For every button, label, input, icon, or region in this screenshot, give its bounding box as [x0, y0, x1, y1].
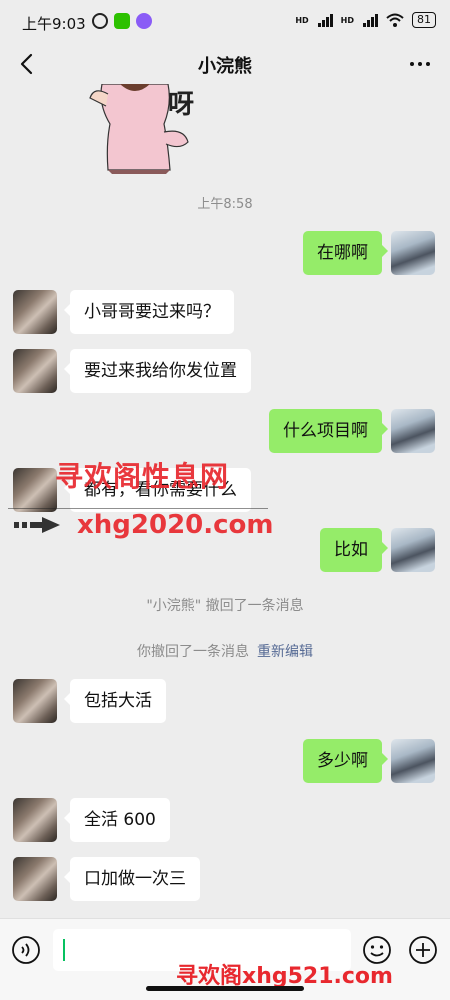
re-edit-link[interactable]: 重新编辑: [257, 644, 313, 660]
sent-message[interactable]: 比如: [320, 528, 388, 572]
contact-avatar[interactable]: [13, 468, 57, 512]
sent-message[interactable]: 在哪啊: [303, 231, 388, 275]
received-message[interactable]: 全活 600: [64, 798, 170, 842]
wechat-icon: [114, 13, 130, 29]
my-avatar[interactable]: [391, 739, 435, 783]
battery-indicator: 81: [412, 12, 436, 28]
alarm-icon: [92, 13, 108, 29]
sent-message[interactable]: 多少啊: [303, 739, 388, 783]
received-message[interactable]: 小哥哥要过来吗？: [64, 290, 234, 334]
arrow-right-icon: [14, 517, 60, 533]
home-indicator[interactable]: [146, 986, 304, 991]
watermark-site-url: xhg2020.com: [77, 510, 274, 540]
message-timestamp: 上午8:58: [197, 197, 253, 212]
my-avatar[interactable]: [391, 231, 435, 275]
my-avatar[interactable]: [391, 528, 435, 572]
status-notification-icons: [92, 13, 152, 29]
status-bar: 上午9:03 HD HD 81: [0, 0, 450, 44]
chat-header: 小浣熊: [0, 44, 450, 84]
wifi-icon: [386, 13, 404, 27]
contact-avatar[interactable]: [13, 349, 57, 393]
sent-message[interactable]: 什么项目啊: [269, 409, 388, 453]
received-message[interactable]: 口加做一次三: [64, 857, 200, 901]
signal-icon: [363, 13, 378, 27]
contact-avatar[interactable]: [13, 798, 57, 842]
chat-title: 小浣熊: [198, 56, 252, 77]
watermark-divider: [8, 508, 268, 509]
hd-label: HD: [340, 15, 354, 25]
plus-icon[interactable]: [408, 935, 438, 965]
text-caret: [63, 939, 65, 961]
chat-screen: 上午9:03 HD HD 81 小浣熊 呀 上午8:58 在哪啊 小哥哥要过来吗…: [0, 0, 450, 1000]
contact-avatar[interactable]: [13, 679, 57, 723]
status-time: 上午9:03: [22, 15, 86, 33]
received-message[interactable]: 要过来我给你发位置: [64, 349, 251, 393]
my-recall-notice: 你撤回了一条消息 重新编辑: [0, 641, 450, 661]
recall-text: 你撤回了一条消息: [137, 644, 249, 660]
recall-notice: "小浣熊" 撤回了一条消息: [146, 598, 304, 614]
more-icon[interactable]: [406, 50, 434, 78]
status-right-icons: HD HD 81: [295, 12, 436, 28]
watermark-site-name: 寻欢阁性息网: [55, 460, 230, 493]
contact-avatar[interactable]: [13, 290, 57, 334]
my-avatar[interactable]: [391, 409, 435, 453]
sticker-text: 呀: [168, 90, 195, 120]
voice-icon[interactable]: [11, 935, 41, 965]
contact-avatar[interactable]: [13, 857, 57, 901]
app-notification-icon: [136, 13, 152, 29]
received-message[interactable]: 包括大活: [64, 679, 166, 723]
signal-icon: [317, 13, 333, 27]
hd-label: HD: [295, 15, 309, 25]
